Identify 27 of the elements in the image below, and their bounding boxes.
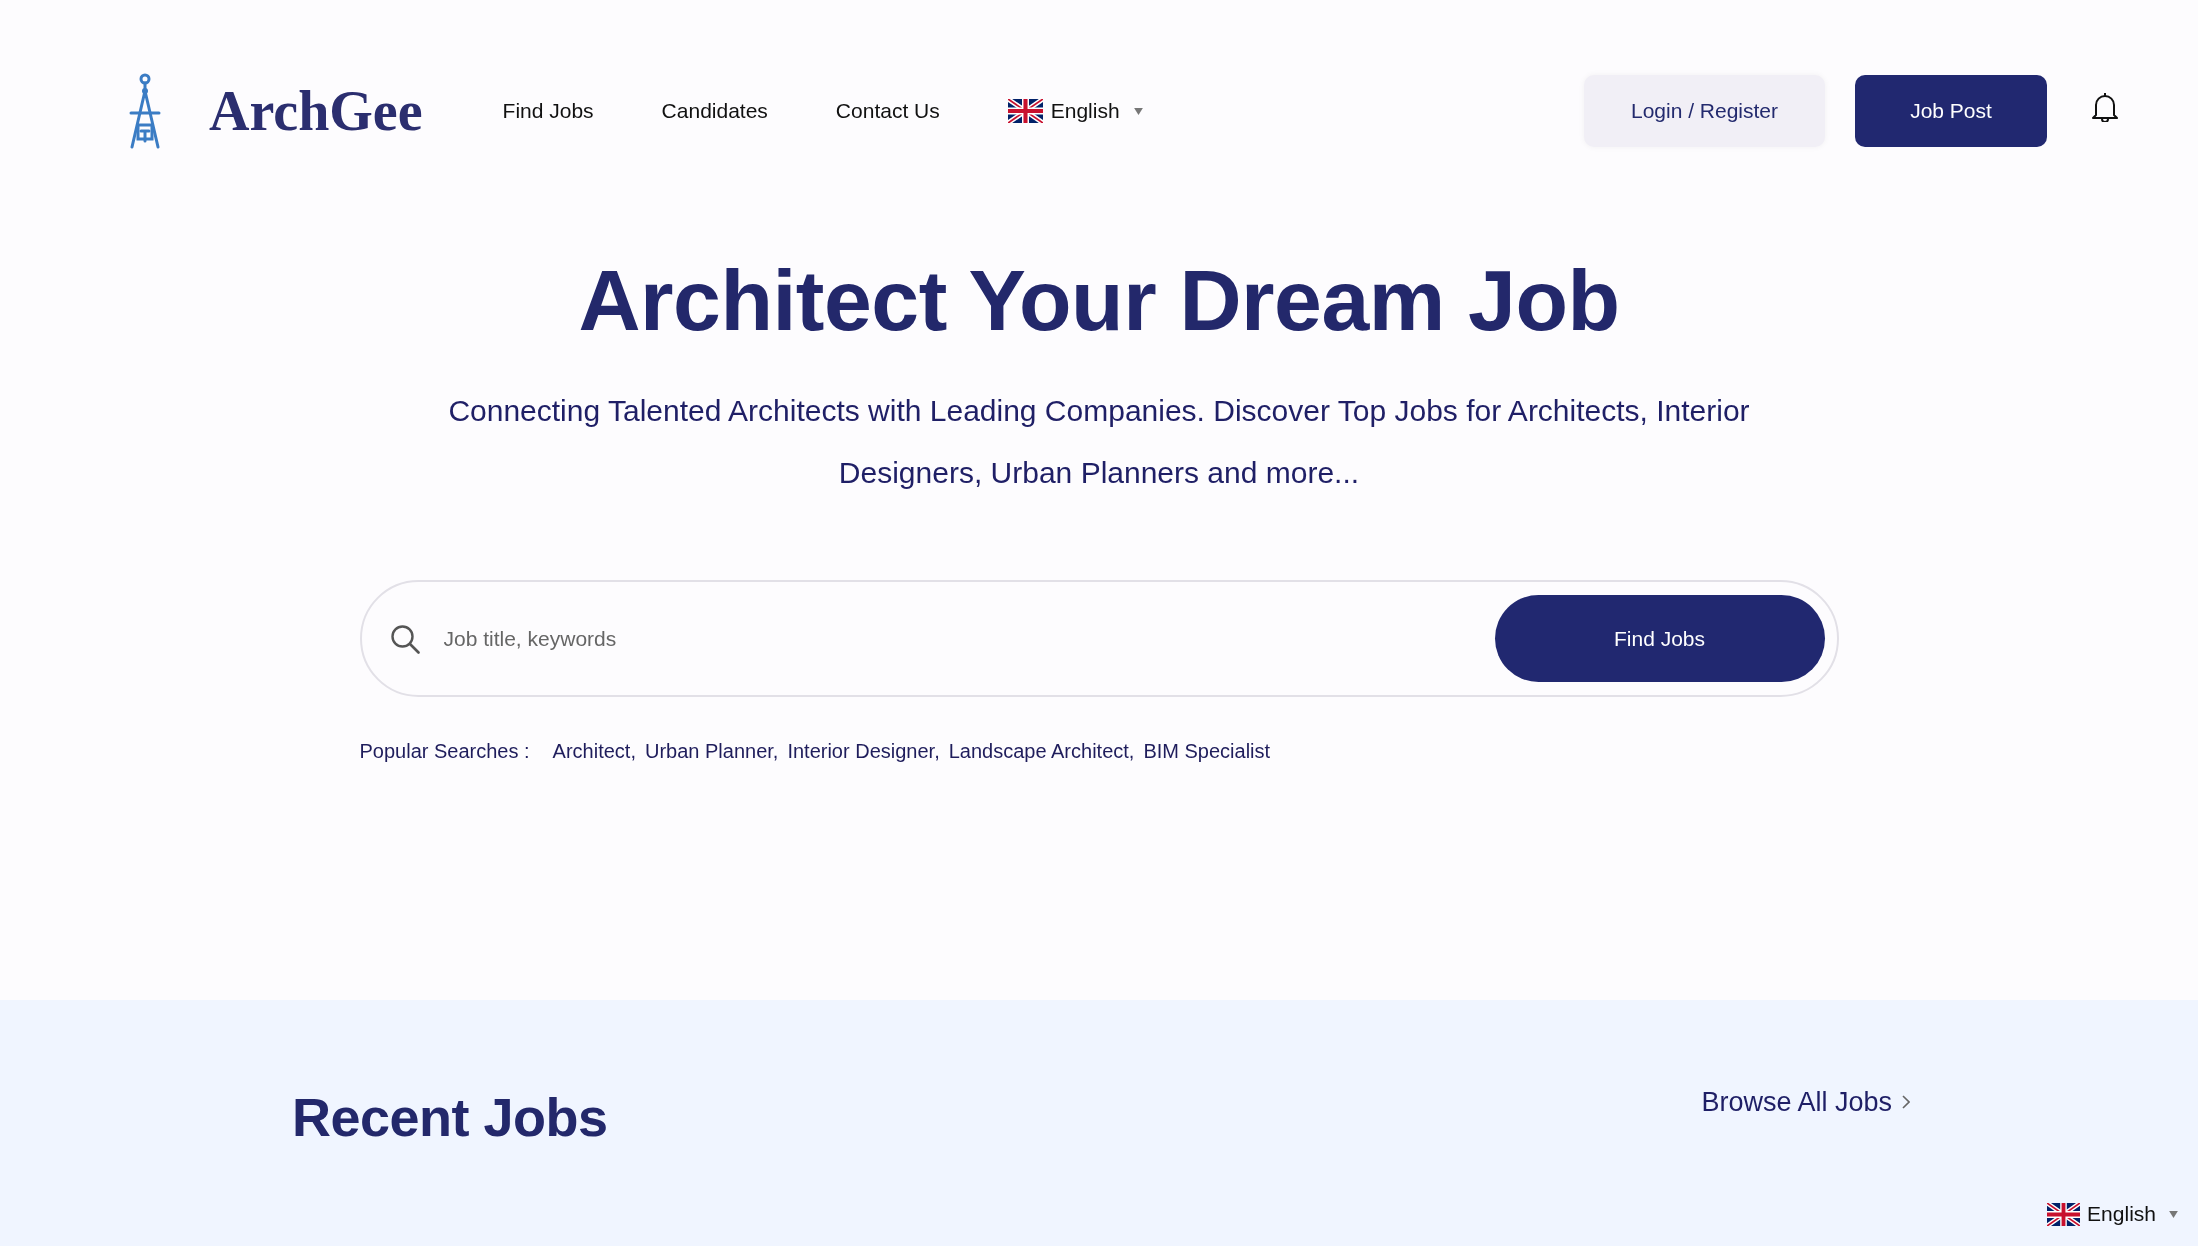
caret-down-icon xyxy=(2169,1210,2178,1218)
job-post-button[interactable]: Job Post xyxy=(1855,75,2047,147)
brand-logo-text[interactable]: ArchGee xyxy=(209,83,423,139)
hero-subtitle: Connecting Talented Architects with Leading Companies. Discover Top Jobs for Architects, Interior Designers, Urban Planners and more... xyxy=(447,393,1751,492)
nav-link[interactable]: Candidates xyxy=(661,99,768,123)
search-input[interactable]: Job title, keywords xyxy=(443,618,1495,659)
popular-search-link[interactable]: BIM Specialist xyxy=(1143,736,1271,767)
popular-search-link[interactable]: Landscape Architect, xyxy=(948,736,1135,767)
search-icon xyxy=(389,623,420,654)
login-register-button[interactable]: Login / Register xyxy=(1584,75,1825,147)
language-select[interactable]: English xyxy=(2047,1202,2178,1226)
nav-link[interactable]: Contact Us xyxy=(835,99,940,123)
popular-search-link[interactable]: Architect, xyxy=(552,736,636,767)
notification-bell-icon[interactable] xyxy=(2092,92,2118,122)
uk-flag-icon xyxy=(2047,1202,2081,1226)
browse-all-jobs-link[interactable]: Browse All Jobs xyxy=(1701,1085,1910,1119)
hero-title: Architect Your Dream Job xyxy=(578,251,1620,350)
chevron-right-icon xyxy=(1902,1095,1910,1109)
popular-search-link[interactable]: Interior Designer, xyxy=(787,736,940,767)
nav-link[interactable]: Find Jobs xyxy=(502,99,594,123)
caret-down-icon xyxy=(1133,107,1143,115)
section-title: Recent Jobs xyxy=(292,1086,608,1149)
popular-searches-label: Popular Searches : xyxy=(359,739,530,765)
find-jobs-button[interactable]: Find Jobs xyxy=(1494,595,1825,683)
uk-flag-icon xyxy=(1007,99,1043,123)
language-select[interactable]: English xyxy=(1007,99,1143,123)
popular-search-link[interactable]: Urban Planner, xyxy=(644,736,779,767)
